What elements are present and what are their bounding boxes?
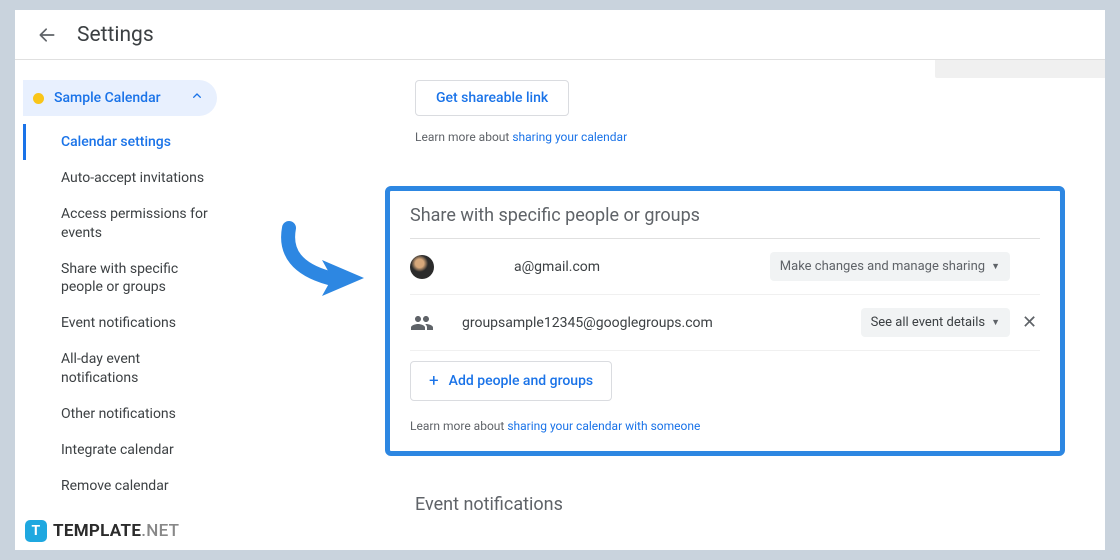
learn-inside-prefix: Learn more about	[410, 419, 507, 433]
learn-more-inside: Learn more about sharing your calendar w…	[410, 419, 1040, 433]
sidebar-item-calendar-settings[interactable]: Calendar settings	[23, 124, 225, 160]
share-section-title: Share with specific people or groups	[410, 205, 1040, 239]
permission-label: Make changes and manage sharing	[780, 259, 985, 274]
learn-link-sharing[interactable]: sharing your calendar	[512, 130, 627, 144]
sidebar-item-other-notifications[interactable]: Other notifications	[23, 396, 225, 432]
sidebar-item-access-permissions[interactable]: Access permissions for events	[23, 196, 225, 250]
share-row-owner: a@gmail.com Make changes and manage shar…	[410, 239, 1040, 295]
watermark-brand: TEMPLATE	[53, 521, 141, 541]
sidebar-item-event-notifications[interactable]: Event notifications	[23, 305, 225, 341]
permission-select-owner[interactable]: Make changes and manage sharing ▼	[770, 252, 1010, 281]
learn-link-sharing-someone[interactable]: sharing your calendar with someone	[507, 419, 700, 433]
main-content: Get shareable link Learn more about shar…	[225, 60, 1105, 550]
calendar-color-dot-icon	[33, 93, 44, 104]
sidebar: Sample Calendar Calendar settings Auto-a…	[15, 60, 225, 550]
remove-share-button[interactable]: ✕	[1022, 312, 1040, 333]
watermark-logo-icon: T	[25, 520, 47, 542]
header-bar: Settings	[15, 10, 1105, 60]
share-email: a@gmail.com	[462, 259, 770, 275]
event-notifications-title: Event notifications	[415, 494, 1065, 515]
share-section-highlighted: Share with specific people or groups a@g…	[385, 186, 1065, 456]
sidebar-item-remove[interactable]: Remove calendar	[23, 468, 225, 504]
permission-select-group[interactable]: See all event details ▼	[861, 308, 1010, 337]
get-shareable-link-button[interactable]: Get shareable link	[415, 80, 569, 116]
add-people-label: Add people and groups	[449, 373, 594, 389]
sidebar-item-allday-notifications[interactable]: All-day event notifications	[23, 341, 225, 395]
sidebar-calendar-header[interactable]: Sample Calendar	[23, 80, 217, 116]
chevron-up-icon	[189, 88, 205, 108]
group-icon	[410, 311, 434, 335]
back-arrow-icon[interactable]	[35, 23, 59, 47]
watermark-suffix: .NET	[141, 521, 179, 541]
share-email-group: groupsample12345@googlegroups.com	[462, 315, 861, 331]
sidebar-item-share-specific[interactable]: Share with specific people or groups	[23, 251, 225, 305]
add-people-button[interactable]: + Add people and groups	[410, 361, 612, 401]
permission-label: See all event details	[871, 315, 986, 330]
triangle-down-icon: ▼	[991, 317, 1000, 328]
share-row-group: groupsample12345@googlegroups.com See al…	[410, 295, 1040, 351]
triangle-down-icon: ▼	[991, 261, 1000, 272]
avatar-icon	[410, 255, 434, 279]
plus-icon: +	[429, 371, 439, 391]
page-title: Settings	[77, 23, 154, 47]
calendar-name: Sample Calendar	[54, 90, 189, 106]
sidebar-item-auto-accept[interactable]: Auto-accept invitations	[23, 160, 225, 196]
learn-prefix: Learn more about	[415, 130, 512, 144]
watermark: T TEMPLATE.NET	[25, 520, 179, 542]
annotation-arrow-icon	[274, 220, 384, 300]
sidebar-item-integrate[interactable]: Integrate calendar	[23, 432, 225, 468]
learn-more-text: Learn more about sharing your calendar	[415, 130, 1065, 144]
